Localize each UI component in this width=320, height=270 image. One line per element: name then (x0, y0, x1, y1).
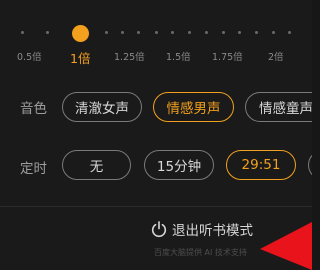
voice-option-emotional-child[interactable]: 情感童声 (245, 92, 312, 122)
speed-tick (21, 31, 24, 34)
speed-tick (255, 31, 258, 34)
voice-option-clear-female[interactable]: 清澈女声 (62, 92, 142, 122)
speed-tick (121, 31, 124, 34)
speed-tick (272, 31, 275, 34)
speed-tick (171, 31, 174, 34)
speed-option-0-5x[interactable]: 0.5倍 (17, 49, 42, 63)
speed-tick (288, 31, 291, 34)
red-annotation-arrow (260, 222, 312, 270)
exit-listen-mode-button[interactable]: 退出听书模式 (150, 219, 253, 239)
speed-tick (205, 31, 208, 34)
timer-option-15-min[interactable]: 15分钟 (144, 150, 214, 180)
speed-tick (46, 31, 49, 34)
power-icon (151, 221, 167, 238)
speed-tick (137, 31, 140, 34)
speed-tick (188, 31, 191, 34)
speed-tick (238, 31, 241, 34)
speed-tick (155, 31, 158, 34)
speed-option-1-75x[interactable]: 1.75倍 (212, 49, 243, 63)
footer-credit-text: 百度大脑提供 AI 技术支持 (154, 248, 247, 257)
voice-row-label: 音色 (20, 101, 47, 117)
speed-tick (222, 31, 225, 34)
speed-slider[interactable] (0, 25, 312, 41)
speed-option-1-5x[interactable]: 1.5倍 (166, 49, 191, 63)
speed-slider-thumb[interactable] (72, 25, 89, 42)
timer-option-none[interactable]: 无 (62, 150, 131, 180)
listen-book-settings-panel: 0.5倍 1倍 1.25倍 1.5倍 1.75倍 2倍 音色 清澈女声 情感男声… (0, 0, 312, 270)
speed-option-1x[interactable]: 1倍 (70, 48, 90, 67)
timer-option-countdown[interactable]: 29:51 (226, 150, 296, 180)
timer-option-more[interactable] (308, 150, 312, 180)
speed-tick (105, 31, 108, 34)
speed-option-1-25x[interactable]: 1.25倍 (114, 49, 145, 63)
voice-option-emotional-male[interactable]: 情感男声 (153, 92, 234, 122)
exit-listen-mode-label: 退出听书模式 (172, 223, 253, 239)
speed-option-2x[interactable]: 2倍 (268, 49, 284, 63)
divider (0, 206, 312, 207)
timer-row-label: 定时 (20, 161, 47, 177)
